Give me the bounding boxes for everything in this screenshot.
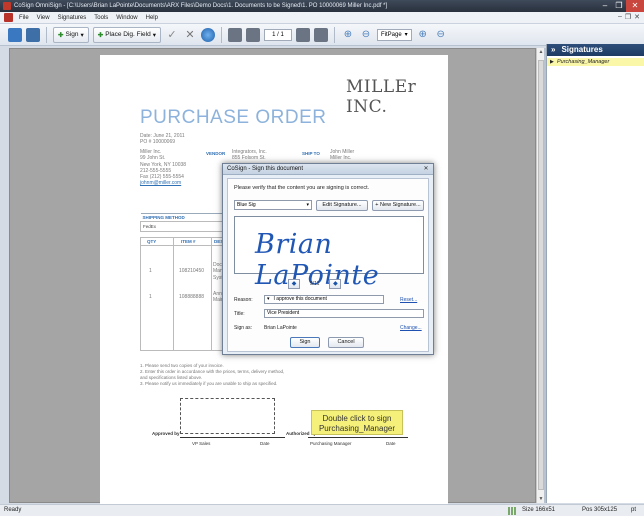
size-readout: Size 166x51 <box>522 507 556 513</box>
clear-icon[interactable]: ✕ <box>183 28 197 42</box>
minimize-button[interactable]: – <box>598 0 612 12</box>
last-page-icon[interactable] <box>313 27 328 42</box>
position-readout: Pos 305x125 <box>582 507 618 513</box>
reason-select[interactable]: ▾ I approve this document <box>264 295 384 304</box>
signature-preview: Brian LaPointe <box>234 216 424 291</box>
dialog-title: CoSign - Sign this document <box>223 164 433 175</box>
edit-signature-button[interactable]: Edit Signature... <box>316 200 368 211</box>
buyer-address: Miller Inc. 99 John St. New York, NY 100… <box>140 149 187 187</box>
document-icon <box>4 13 13 22</box>
qty-header: QTY <box>147 239 157 244</box>
vertical-scrollbar[interactable]: ▲ ▼ <box>536 48 544 503</box>
signatures-panel: » Signatures ▶ Purchasing_Manager <box>546 44 644 503</box>
status-bar: Ready Size 166x51 Pos 305x125 pt <box>0 504 644 516</box>
approved-signature-area[interactable] <box>180 398 275 434</box>
verify-text: Please verify that the content you are s… <box>234 185 370 191</box>
graphic-counter: 5/11 <box>310 281 320 287</box>
doc-close-button[interactable]: ✕ <box>634 13 640 21</box>
purchasing-manager-label: Purchasing Manager <box>310 441 352 446</box>
chevron-down-icon: ▾ <box>306 202 309 208</box>
place-field-icon: ✚ <box>97 31 104 39</box>
place-field-button[interactable]: ✚ Place Dig. Field ▾ <box>92 26 161 43</box>
menu-bar: File View Signatures Tools Window Help –… <box>0 12 644 24</box>
grid-icon <box>508 507 516 515</box>
play-icon: ▶ <box>550 59 554 65</box>
title-label: Title: <box>234 311 245 317</box>
page-indicator[interactable]: 1 / 1 <box>263 28 292 41</box>
signature-field-purchasing-manager[interactable]: Double click to sign Purchasing_Manager <box>311 410 403 435</box>
new-signature-button[interactable]: + New Signature... <box>372 200 424 211</box>
menu-view[interactable]: View <box>37 15 50 21</box>
sign-dialog: CoSign - Sign this document ✕ Please ver… <box>222 163 434 355</box>
close-button[interactable]: ✕ <box>626 0 644 12</box>
prev-page-icon[interactable] <box>245 27 260 42</box>
shipto-address: John Miller Miller Inc. <box>330 149 355 162</box>
zoom-select[interactable]: FitPage ▾ <box>376 28 412 41</box>
approved-by-label: Approved by <box>152 431 180 436</box>
globe-icon[interactable] <box>200 27 215 42</box>
company-logo: MILLEr INC. <box>346 77 417 117</box>
signas-value: Brian LaPointe <box>264 325 297 331</box>
cancel-button[interactable]: Cancel <box>328 337 364 348</box>
next-page-icon[interactable] <box>295 27 310 42</box>
title-bar: CoSign OmniSign - [C:\Users\Brian LaPoin… <box>0 0 644 12</box>
window-title: CoSign OmniSign - [C:\Users\Brian LaPoin… <box>14 3 388 9</box>
signatures-panel-title: Signatures <box>561 45 603 54</box>
doc-minimize-button[interactable]: – <box>618 13 622 21</box>
signas-label: Sign as: <box>234 325 253 331</box>
zoom-in-icon[interactable]: ⊕ <box>416 28 430 42</box>
vendor-label: VENDOR <box>206 151 226 156</box>
table-row: 1 <box>149 268 152 274</box>
first-page-icon[interactable] <box>227 27 242 42</box>
maximize-button[interactable]: ❐ <box>612 0 626 12</box>
menu-file[interactable]: File <box>19 15 29 21</box>
menu-tools[interactable]: Tools <box>94 15 108 21</box>
sign-dialog-button[interactable]: Sign <box>290 337 320 348</box>
date-label-2: Date <box>386 441 396 446</box>
verify-icon[interactable]: ✓ <box>165 28 179 42</box>
next-graphic-button[interactable]: ◆ <box>329 279 342 289</box>
change-link[interactable]: Change... <box>400 325 422 331</box>
prev-graphic-button[interactable]: ◆ <box>288 279 300 289</box>
chevron-down-icon: ▾ <box>152 31 156 39</box>
reason-label: Reason: <box>234 297 253 303</box>
shipto-label: SHIP TO <box>302 151 320 156</box>
zoom-out-icon[interactable]: ⊖ <box>359 28 373 42</box>
graphic-select[interactable]: Blue Sig ▾ <box>234 200 312 210</box>
table-row: 1 <box>149 294 152 300</box>
po-number: PO # 10000069 <box>140 139 176 146</box>
items-table: QTY ITEM # DESC 1 108210450 Docu Mana Sy… <box>140 237 230 351</box>
sign-icon: ✚ <box>58 31 64 39</box>
zoom-out-icon[interactable]: ⊖ <box>434 28 448 42</box>
dialog-close-icon[interactable]: ✕ <box>422 165 430 173</box>
open-icon[interactable] <box>8 27 22 42</box>
sign-button[interactable]: ✚ Sign ▾ <box>53 26 89 43</box>
unit-readout: pt <box>631 507 637 513</box>
toolbar: ✚ Sign ▾ ✚ Place Dig. Field ▾ ✓ ✕ 1 / 1 … <box>0 24 644 46</box>
date-label-1: Date <box>260 441 270 446</box>
zoom-in-icon[interactable]: ⊕ <box>341 28 355 42</box>
title-input[interactable]: Vice President <box>264 309 424 318</box>
vendor-address: Integrators, Inc. 855 Folsom St. <box>232 149 267 162</box>
app-icon <box>3 2 11 10</box>
signature-list-item[interactable]: ▶ Purchasing_Manager <box>547 58 644 66</box>
save-icon[interactable] <box>26 27 40 42</box>
item-header: ITEM # <box>181 239 196 244</box>
menu-window[interactable]: Window <box>116 15 137 21</box>
doc-restore-button[interactable]: ❐ <box>625 13 631 21</box>
menu-help[interactable]: Help <box>146 15 158 21</box>
document-title: PURCHASE ORDER <box>140 107 327 128</box>
reset-link[interactable]: Reset... <box>400 297 417 303</box>
menu-signatures[interactable]: Signatures <box>58 15 87 21</box>
notes-list: 1. Please send two copies of your invoic… <box>140 363 285 386</box>
status-text: Ready <box>4 507 22 513</box>
collapse-icon[interactable]: » <box>551 44 555 56</box>
chevron-down-icon: ▾ <box>80 31 84 39</box>
chevron-down-icon: ▾ <box>404 31 408 38</box>
chevron-down-icon: ▾ <box>267 296 270 302</box>
vp-sales-label: VP Sales <box>192 441 211 446</box>
